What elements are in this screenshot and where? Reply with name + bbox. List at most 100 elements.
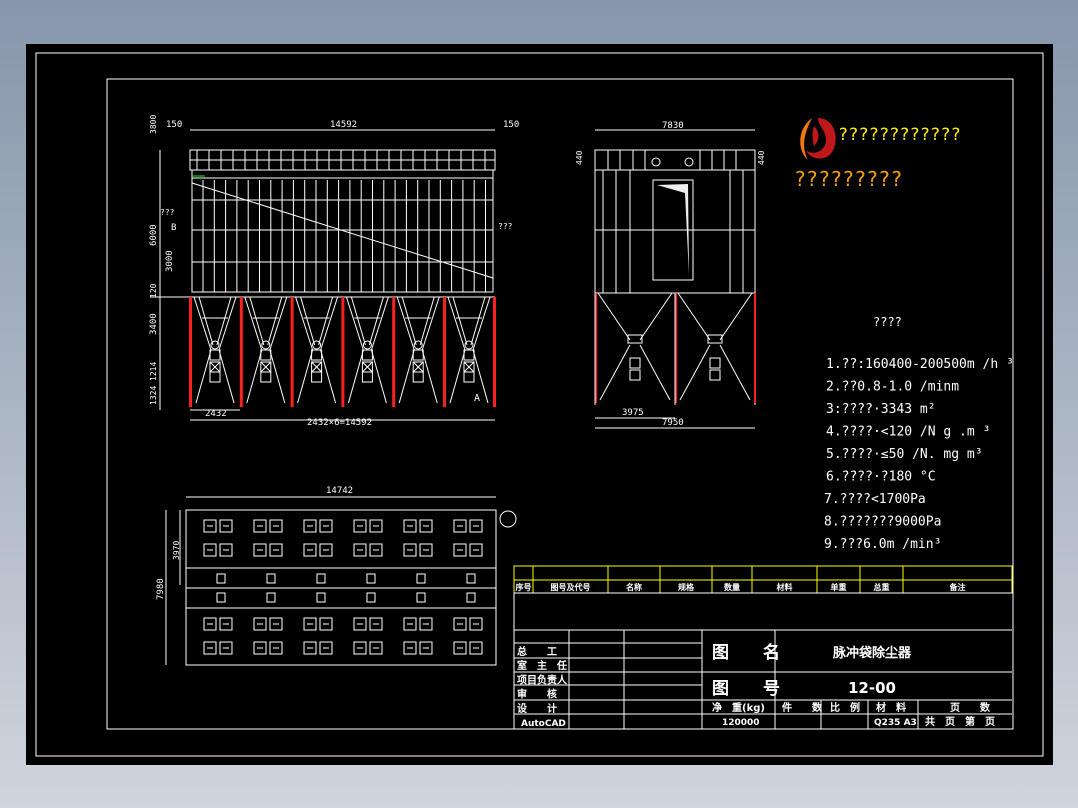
weight-value: 120000	[722, 718, 760, 728]
line	[719, 292, 753, 341]
support-column	[493, 297, 496, 407]
specs-title: ????	[873, 315, 902, 329]
line	[267, 296, 283, 346]
support-column	[392, 297, 396, 407]
table-header: 名称	[626, 582, 642, 592]
company-name-line1: ????????????	[838, 125, 961, 145]
hopper-outlet	[362, 340, 372, 350]
spec-item: 7.????<1700Pa	[824, 492, 926, 507]
table-header: 规格	[678, 582, 695, 592]
valve-box	[266, 592, 276, 603]
line	[398, 349, 415, 404]
line	[639, 292, 673, 341]
software-label: AutoCAD	[521, 719, 566, 729]
line	[300, 296, 316, 346]
scale-label: 比 例	[830, 701, 860, 714]
line	[350, 296, 366, 346]
line	[216, 296, 232, 346]
support-column	[290, 297, 294, 407]
role-label: 审 核	[517, 688, 557, 701]
table-header: 材料	[777, 582, 793, 592]
hopper-bay	[392, 296, 440, 407]
line	[370, 349, 387, 404]
table-header: 单重	[831, 582, 847, 592]
valve	[260, 349, 272, 361]
hopper-outlet	[413, 340, 423, 350]
discharge	[361, 371, 373, 383]
line	[401, 296, 417, 346]
hopper-outlet	[312, 340, 322, 350]
support-column	[754, 293, 756, 403]
side-dim-left: 440	[575, 150, 584, 165]
drawing-svg: 14592 150 150 2432×6=14592 2432 3800 600…	[35, 52, 1044, 757]
drawing-name: 脉冲袋除尘器	[832, 645, 912, 661]
valve-box	[216, 592, 226, 603]
material-label: 材 料	[876, 701, 906, 714]
hopper-outlet	[210, 340, 220, 350]
line	[193, 296, 212, 351]
hopper-outlet	[261, 340, 271, 350]
side-dim-right: 440	[757, 150, 766, 165]
line	[269, 349, 286, 404]
hopper-outlet	[464, 340, 474, 350]
pages-label: 页 数	[950, 701, 991, 714]
plan-view	[165, 496, 517, 666]
line	[297, 349, 314, 404]
line	[396, 296, 415, 351]
valve-box	[216, 573, 226, 584]
side-dim-top: 7830	[662, 121, 684, 131]
valve-box	[366, 573, 376, 584]
plan-dim-length: 14742	[326, 486, 353, 496]
spec-item: 5.????·≤50 /N. mg m³	[826, 447, 983, 462]
discharge	[463, 371, 475, 383]
valve-box	[416, 592, 426, 603]
valve	[361, 349, 373, 361]
front-view	[150, 129, 496, 421]
spec-item: 2.??0.8-1.0 /minm	[826, 380, 959, 395]
section-b-label: ???	[160, 208, 175, 217]
dim-b: 1324	[149, 386, 158, 405]
line	[195, 349, 212, 404]
dim-top-total: 14592	[330, 120, 357, 130]
support-column	[443, 297, 446, 407]
company-logo	[800, 118, 836, 160]
dim-hopper: 3400	[149, 313, 159, 335]
pieces-label: 件 数	[782, 701, 823, 714]
line	[244, 296, 263, 351]
role-label: 室 主 任	[517, 659, 567, 672]
table-header: 数量	[724, 582, 740, 592]
hopper-bay	[443, 296, 491, 407]
side-dim-half: 3975	[622, 408, 644, 418]
table-header: 备注	[949, 582, 966, 592]
valve-box	[366, 592, 376, 603]
valve-box	[466, 573, 476, 584]
drawing-name-label: 图 名	[712, 642, 780, 663]
specs-list: 1.??:160400-200500m /h ³ 2.??0.8-1.0 /min…	[824, 357, 1014, 552]
valve-box	[316, 573, 326, 584]
dim-half: 3000	[165, 250, 175, 272]
nozzle	[651, 157, 661, 167]
cad-drawing-canvas[interactable]: 14592 150 150 2432×6=14592 2432 3800 600…	[26, 44, 1053, 765]
line	[470, 296, 486, 346]
line	[447, 296, 466, 351]
weight-label: 净 重(kg)	[712, 701, 765, 714]
role-label: 设 计	[517, 702, 557, 715]
side-hopper-bay	[674, 292, 753, 405]
title-block-roles: 总 工室 主 任项目负责人审 核设 计	[517, 645, 568, 715]
line	[597, 292, 631, 341]
discharge	[629, 369, 641, 381]
line	[421, 296, 440, 351]
spec-item: 1.??:160400-200500m /h ³	[826, 357, 1014, 372]
line	[295, 296, 314, 351]
role-label: 总 工	[517, 645, 557, 658]
section-b-letter: B	[171, 223, 176, 233]
lifting-lug	[499, 510, 517, 528]
line	[370, 296, 389, 351]
side-dim-bottom: 7950	[662, 418, 684, 428]
hopper-bay	[290, 296, 339, 407]
line	[320, 296, 339, 351]
line	[318, 296, 334, 346]
valve-box	[316, 592, 326, 603]
dim-ring: 120	[149, 283, 158, 298]
line	[198, 296, 214, 346]
